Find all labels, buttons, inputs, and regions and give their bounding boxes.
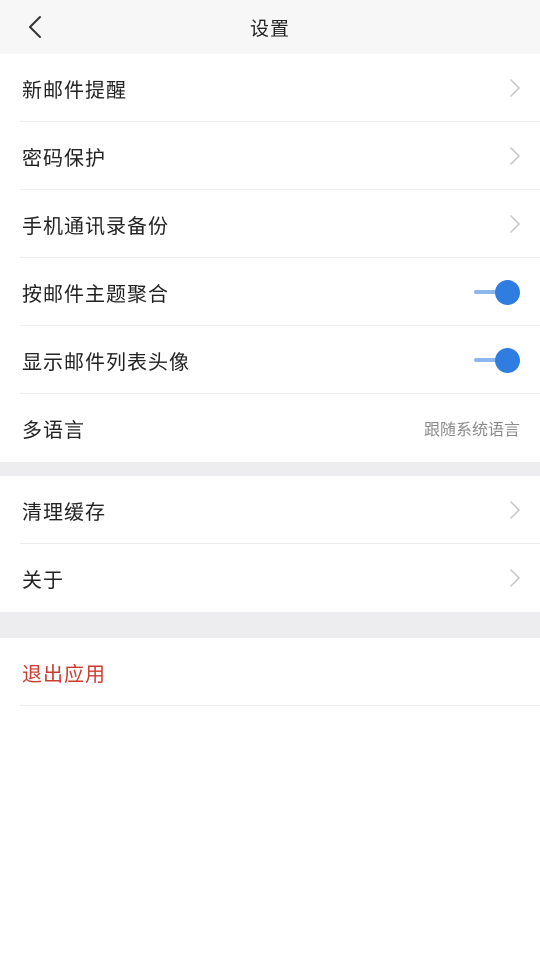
nav-bar: 设置 <box>0 0 540 54</box>
settings-screen: 设置 新邮件提醒 密码保护 手机通讯录备份 按邮件主题聚合 显示邮件列表头像 多… <box>0 0 540 960</box>
setting-label: 按邮件主题聚合 <box>22 281 169 306</box>
setting-label: 显示邮件列表头像 <box>22 349 190 374</box>
setting-password-protection[interactable]: 密码保护 <box>0 122 540 190</box>
chevron-right-icon <box>510 501 520 519</box>
toggle-knob <box>495 280 520 305</box>
exit-app-label: 退出应用 <box>22 661 106 686</box>
setting-label: 清理缓存 <box>22 499 106 524</box>
setting-clear-cache[interactable]: 清理缓存 <box>0 476 540 544</box>
toggle-knob <box>495 348 520 373</box>
chevron-right-icon <box>510 215 520 233</box>
setting-label: 多语言 <box>22 417 85 442</box>
page-title: 设置 <box>249 17 290 40</box>
setting-label: 新邮件提醒 <box>22 77 127 102</box>
setting-contacts-backup[interactable]: 手机通讯录备份 <box>0 190 540 258</box>
section-divider <box>0 612 540 638</box>
language-value: 跟随系统语言 <box>423 420 520 439</box>
setting-language[interactable]: 多语言 跟随系统语言 <box>0 394 540 462</box>
back-button[interactable] <box>20 10 50 44</box>
settings-group-main: 新邮件提醒 密码保护 手机通讯录备份 按邮件主题聚合 显示邮件列表头像 多语言 … <box>0 54 540 462</box>
section-divider <box>0 462 540 476</box>
setting-show-avatars: 显示邮件列表头像 <box>0 326 540 394</box>
setting-new-mail-alert[interactable]: 新邮件提醒 <box>0 54 540 122</box>
setting-about[interactable]: 关于 <box>0 544 540 612</box>
chevron-left-icon <box>28 15 42 39</box>
exit-app-button[interactable]: 退出应用 <box>0 638 540 706</box>
setting-label: 手机通讯录备份 <box>22 213 169 238</box>
chevron-right-icon <box>510 147 520 165</box>
show-avatars-toggle[interactable] <box>474 347 520 373</box>
chevron-right-icon <box>510 79 520 97</box>
settings-group-exit: 退出应用 <box>0 638 540 706</box>
chevron-right-icon <box>510 569 520 587</box>
group-by-subject-toggle[interactable] <box>474 279 520 305</box>
setting-group-by-subject: 按邮件主题聚合 <box>0 258 540 326</box>
setting-label: 关于 <box>22 567 64 592</box>
setting-label: 密码保护 <box>22 145 106 170</box>
settings-group-misc: 清理缓存 关于 <box>0 476 540 612</box>
